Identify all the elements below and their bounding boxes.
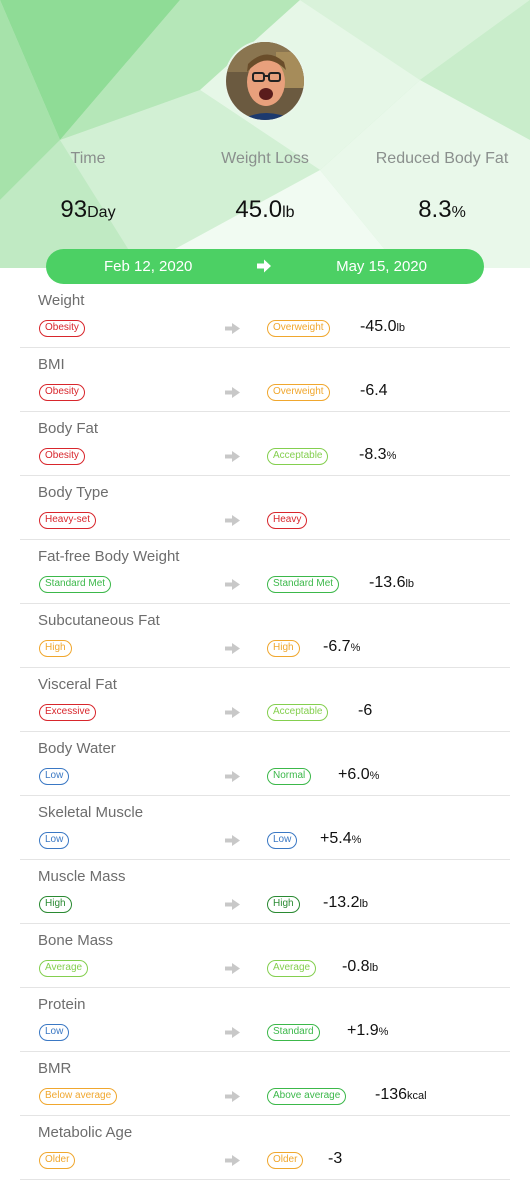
current-status-badge: Low <box>267 832 298 849</box>
metric-name: Weight <box>38 292 85 309</box>
metric-change: -13.2lb <box>323 894 369 911</box>
previous-status-badge: Below average <box>39 1088 118 1105</box>
previous-status-badge: Average <box>39 960 89 977</box>
previous-status-badge: Low <box>39 768 70 785</box>
previous-status-badge: Excessive <box>39 704 97 721</box>
metric-name: Skeletal Muscle <box>38 804 144 821</box>
time-label: Time <box>70 150 106 167</box>
metric-row[interactable]: Body Type Heavy-set Heavy <box>20 476 510 540</box>
arrow-right-icon <box>225 963 240 974</box>
metric-row[interactable]: Body Water Low Normal +6.0% <box>20 732 510 796</box>
metric-row[interactable]: BMR Below average Above average -136kcal <box>20 1052 510 1116</box>
current-status-badge: Acceptable <box>267 448 329 465</box>
metric-change: -13.6lb <box>369 574 415 591</box>
previous-status-badge: Low <box>39 1024 70 1041</box>
arrow-right-icon <box>225 451 240 462</box>
current-status-badge: Older <box>267 1152 304 1169</box>
arrow-right-icon <box>225 643 240 654</box>
metric-name: Bone Mass <box>38 932 114 949</box>
metric-row[interactable]: Body Fat Obesity Acceptable -8.3% <box>20 412 510 476</box>
previous-status-badge: High <box>39 640 72 657</box>
current-status-badge: Heavy <box>267 512 308 529</box>
metric-change: -6 <box>358 702 373 719</box>
previous-status-badge: Obesity <box>39 320 85 337</box>
metric-row[interactable]: Metabolic Age Older Older -3 <box>20 1116 510 1180</box>
metric-change: +5.4% <box>320 830 362 847</box>
metric-row[interactable]: Protein Low Standard +1.9% <box>20 988 510 1052</box>
metric-name: Visceral Fat <box>38 676 117 693</box>
metric-comparison-list: Weight Obesity Overweight -45.0lb BMI Obesity… <box>20 284 510 1180</box>
current-status-badge: High <box>267 896 300 913</box>
metric-change: -45.0lb <box>360 318 406 335</box>
previous-status-badge: Obesity <box>39 384 85 401</box>
reduced-body-fat-value: 8.3% <box>418 196 466 223</box>
metric-row[interactable]: BMI Obesity Overweight -6.4 <box>20 348 510 412</box>
arrow-right-icon <box>257 259 271 273</box>
metric-row[interactable]: Visceral Fat Excessive Acceptable -6 <box>20 668 510 732</box>
arrow-right-icon <box>225 835 240 846</box>
metric-name: Body Fat <box>38 420 99 437</box>
arrow-right-icon <box>225 899 240 910</box>
metric-name: Muscle Mass <box>38 868 126 885</box>
previous-status-badge: Standard Met <box>39 576 112 593</box>
current-status-badge: Normal <box>267 768 312 785</box>
arrow-right-icon <box>225 1155 240 1166</box>
current-status-badge: Overweight <box>267 320 330 337</box>
metric-change: -136kcal <box>375 1086 427 1103</box>
arrow-right-icon <box>225 515 240 526</box>
arrow-right-icon <box>225 707 240 718</box>
previous-status-badge: Obesity <box>39 448 85 465</box>
metric-change: +1.9% <box>347 1022 389 1039</box>
current-status-badge: Overweight <box>267 384 330 401</box>
arrow-right-icon <box>225 771 240 782</box>
metric-change: -8.3% <box>359 446 397 463</box>
weight-loss-label: Weight Loss <box>221 150 309 167</box>
arrow-right-icon <box>225 1091 240 1102</box>
metric-row[interactable]: Subcutaneous Fat High High -6.7% <box>20 604 510 668</box>
metric-row[interactable]: Skeletal Muscle Low Low +5.4% <box>20 796 510 860</box>
date-range-pill[interactable]: Feb 12, 2020 May 15, 2020 <box>46 249 484 284</box>
reduced-body-fat-label: Reduced Body Fat <box>375 150 509 167</box>
metric-name: Body Water <box>38 740 116 757</box>
metric-change: -3 <box>328 1150 343 1167</box>
metric-row[interactable]: Muscle Mass High High -13.2lb <box>20 860 510 924</box>
metric-row[interactable]: Bone Mass Average Average -0.8lb <box>20 924 510 988</box>
metric-change: -6.7% <box>323 638 361 655</box>
arrow-right-icon <box>225 323 240 334</box>
metric-row[interactable]: Weight Obesity Overweight -45.0lb <box>20 284 510 348</box>
arrow-right-icon <box>225 387 240 398</box>
start-date: Feb 12, 2020 <box>104 258 193 275</box>
current-status-badge: High <box>267 640 300 657</box>
metric-change: +6.0% <box>338 766 380 783</box>
metric-name: BMR <box>38 1060 72 1077</box>
previous-status-badge: Low <box>39 832 70 849</box>
time-value: 93Day <box>60 196 116 223</box>
metric-name: Metabolic Age <box>38 1124 133 1141</box>
previous-status-badge: Older <box>39 1152 76 1169</box>
arrow-right-icon <box>225 1027 240 1038</box>
summary-header: Time Weight Loss Reduced Body Fat 93Day … <box>0 0 530 268</box>
metric-change: -0.8lb <box>342 958 379 975</box>
current-status-badge: Standard Met <box>267 576 340 593</box>
previous-status-badge: High <box>39 896 72 913</box>
arrow-right-icon <box>225 579 240 590</box>
metric-row[interactable]: Fat-free Body Weight Standard Met Standard… <box>20 540 510 604</box>
metric-name: Protein <box>38 996 86 1013</box>
end-date: May 15, 2020 <box>336 258 427 275</box>
metric-name: Fat-free Body Weight <box>38 548 180 565</box>
metric-name: Body Type <box>38 484 109 501</box>
metric-name: BMI <box>38 356 65 373</box>
current-status-badge: Acceptable <box>267 704 329 721</box>
current-status-badge: Average <box>267 960 317 977</box>
metric-name: Subcutaneous Fat <box>38 612 160 629</box>
weight-loss-value: 45.0lb <box>235 196 295 223</box>
metric-change: -6.4 <box>360 382 388 399</box>
previous-status-badge: Heavy-set <box>39 512 97 529</box>
user-avatar[interactable] <box>224 40 306 122</box>
current-status-badge: Standard <box>267 1024 320 1041</box>
current-status-badge: Above average <box>267 1088 347 1105</box>
